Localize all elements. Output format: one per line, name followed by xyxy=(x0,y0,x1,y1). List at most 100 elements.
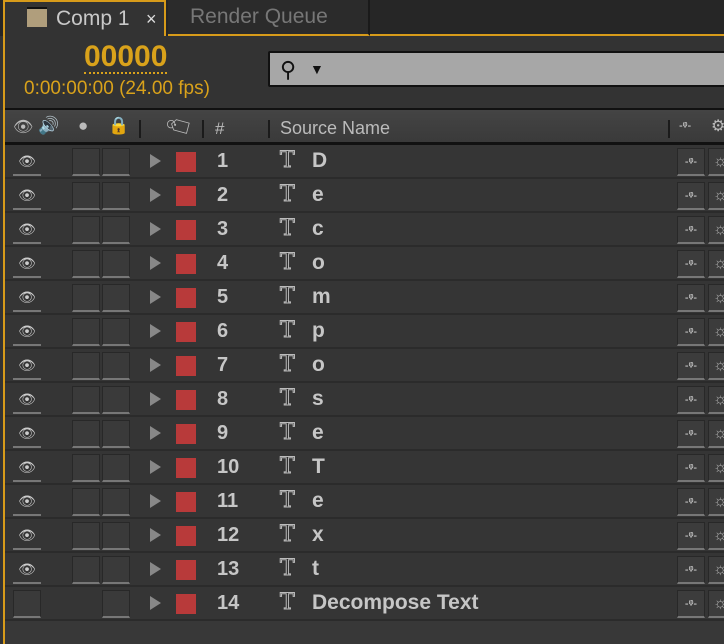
collapse-switch[interactable]: ☼ xyxy=(708,182,724,210)
shy-switch[interactable]: -ᵠ- xyxy=(677,590,705,618)
layer-row[interactable]: 👁 11 Te -ᵠ- ☼ xyxy=(5,485,724,519)
expand-triangle-icon[interactable] xyxy=(150,562,161,576)
label-color-swatch[interactable] xyxy=(176,458,196,478)
label-color-swatch[interactable] xyxy=(176,526,196,546)
lock-toggle[interactable] xyxy=(102,250,130,278)
label-color-swatch[interactable] xyxy=(176,288,196,308)
layer-row[interactable]: 👁 9 Te -ᵠ- ☼ xyxy=(5,417,724,451)
solo-icon[interactable]: ● xyxy=(78,116,88,136)
close-icon[interactable]: × xyxy=(146,2,157,36)
layer-row[interactable]: 👁 8 Ts -ᵠ- ☼ xyxy=(5,383,724,417)
expand-triangle-icon[interactable] xyxy=(150,154,161,168)
label-color-swatch[interactable] xyxy=(176,356,196,376)
shy-switch[interactable]: -ᵠ- xyxy=(677,420,705,448)
layer-name[interactable]: m xyxy=(312,285,331,309)
tab-render-queue[interactable]: Render Queue xyxy=(168,0,370,36)
layer-row[interactable]: 👁 1 T D -ᵠ- ☼ xyxy=(5,145,724,179)
visibility-toggle[interactable]: 👁 xyxy=(13,250,41,278)
layer-row[interactable]: 👁 7 To -ᵠ- ☼ xyxy=(5,349,724,383)
collapse-switch[interactable]: ☼ xyxy=(708,148,724,176)
label-color-swatch[interactable] xyxy=(176,152,196,172)
shy-switch[interactable]: -ᵠ- xyxy=(677,182,705,210)
shy-icon[interactable]: -ᵠ- xyxy=(679,120,691,132)
search-input[interactable]: ⚲ ▼ xyxy=(268,51,724,87)
lock-toggle[interactable] xyxy=(102,454,130,482)
collapse-switch[interactable]: ☼ xyxy=(708,318,724,346)
layer-row[interactable]: 👁 13 Tt -ᵠ- ☼ xyxy=(5,553,724,587)
collapse-switch[interactable]: ☼ xyxy=(708,420,724,448)
lock-toggle[interactable] xyxy=(102,284,130,312)
lock-toggle[interactable] xyxy=(102,148,130,176)
lock-toggle[interactable] xyxy=(102,182,130,210)
shy-switch[interactable]: -ᵠ- xyxy=(677,284,705,312)
layer-row[interactable]: 👁 12 Tx -ᵠ- ☼ xyxy=(5,519,724,553)
expand-triangle-icon[interactable] xyxy=(150,494,161,508)
visibility-toggle[interactable]: 👁 xyxy=(13,182,41,210)
visibility-toggle[interactable]: 👁 xyxy=(13,420,41,448)
label-color-swatch[interactable] xyxy=(176,594,196,614)
lock-toggle[interactable] xyxy=(102,556,130,584)
label-color-swatch[interactable] xyxy=(176,390,196,410)
collapse-switch[interactable]: ☼ xyxy=(708,454,724,482)
shy-switch[interactable]: -ᵠ- xyxy=(677,556,705,584)
solo-toggle[interactable] xyxy=(72,318,100,346)
visibility-toggle[interactable]: 👁 xyxy=(13,556,41,584)
layer-name[interactable]: e xyxy=(312,421,324,445)
visibility-toggle[interactable]: 👁 xyxy=(13,318,41,346)
shy-switch[interactable]: -ᵠ- xyxy=(677,216,705,244)
layer-name[interactable]: e xyxy=(312,489,324,513)
solo-toggle[interactable] xyxy=(72,556,100,584)
visibility-toggle[interactable]: 👁 xyxy=(13,216,41,244)
speaker-icon[interactable]: 🔊 xyxy=(38,116,59,136)
tab-comp-1[interactable]: Comp 1 × xyxy=(3,0,166,36)
visibility-toggle[interactable]: 👁 xyxy=(13,352,41,380)
eye-icon[interactable]: 👁 xyxy=(13,117,33,137)
solo-toggle[interactable] xyxy=(72,284,100,312)
number-column[interactable]: # xyxy=(215,119,224,139)
layer-name[interactable]: e xyxy=(312,183,324,207)
visibility-toggle[interactable]: 👁 xyxy=(13,488,41,516)
expand-triangle-icon[interactable] xyxy=(150,460,161,474)
layer-row[interactable]: 👁 6 Tp -ᵠ- ☼ xyxy=(5,315,724,349)
expand-triangle-icon[interactable] xyxy=(150,222,161,236)
shy-switch[interactable]: -ᵠ- xyxy=(677,488,705,516)
solo-toggle[interactable] xyxy=(72,148,100,176)
collapse-switch[interactable]: ☼ xyxy=(708,216,724,244)
layer-name[interactable]: o xyxy=(312,353,325,377)
collapse-switch[interactable]: ☼ xyxy=(708,386,724,414)
layer-name[interactable]: t xyxy=(312,557,319,581)
expand-triangle-icon[interactable] xyxy=(150,426,161,440)
layer-row[interactable]: 14 T Decompose Text -ᵠ- ☼ xyxy=(5,587,724,621)
lock-toggle[interactable] xyxy=(102,590,130,618)
expand-triangle-icon[interactable] xyxy=(150,392,161,406)
label-color-swatch[interactable] xyxy=(176,254,196,274)
lock-toggle[interactable] xyxy=(102,216,130,244)
layer-name[interactable]: Decompose Text xyxy=(312,591,479,615)
solo-toggle[interactable] xyxy=(72,522,100,550)
lock-toggle[interactable] xyxy=(102,420,130,448)
layer-name[interactable]: D xyxy=(312,149,327,173)
label-color-swatch[interactable] xyxy=(176,186,196,206)
tag-icon[interactable]: 🏷 xyxy=(162,109,196,143)
search-dropdown[interactable]: ▼ xyxy=(310,61,324,77)
visibility-toggle[interactable]: 👁 xyxy=(13,386,41,414)
lock-toggle[interactable] xyxy=(102,522,130,550)
collapse-switch[interactable]: ☼ xyxy=(708,352,724,380)
shy-switch[interactable]: -ᵠ- xyxy=(677,522,705,550)
visibility-toggle[interactable]: 👁 xyxy=(13,454,41,482)
visibility-toggle[interactable]: 👁 xyxy=(13,522,41,550)
layer-row[interactable]: 👁 3 Tc -ᵠ- ☼ xyxy=(5,213,724,247)
expand-triangle-icon[interactable] xyxy=(150,324,161,338)
layer-name[interactable]: s xyxy=(312,387,324,411)
shy-switch[interactable]: -ᵠ- xyxy=(677,250,705,278)
label-color-swatch[interactable] xyxy=(176,322,196,342)
lock-toggle[interactable] xyxy=(102,318,130,346)
solo-toggle[interactable] xyxy=(72,420,100,448)
lock-toggle[interactable] xyxy=(102,352,130,380)
solo-toggle[interactable] xyxy=(72,182,100,210)
visibility-toggle[interactable] xyxy=(13,590,41,618)
collapse-switch[interactable]: ☼ xyxy=(708,590,724,618)
gear-icon[interactable]: ⚙ xyxy=(711,116,724,136)
expand-triangle-icon[interactable] xyxy=(150,256,161,270)
label-color-swatch[interactable] xyxy=(176,220,196,240)
